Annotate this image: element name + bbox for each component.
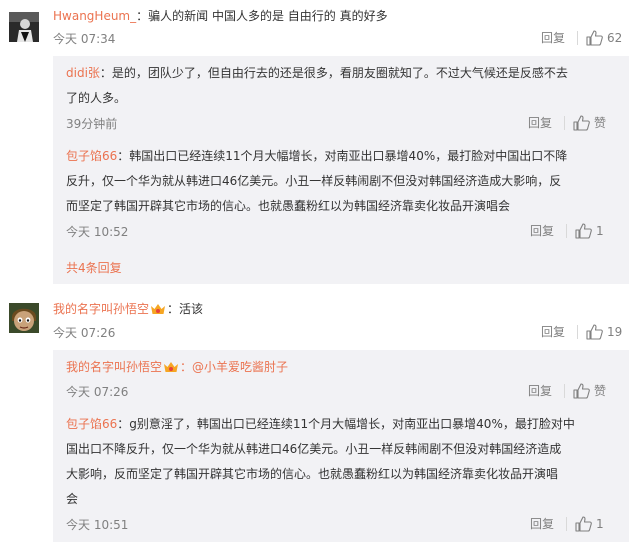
comment-text: 我的名字叫孙悟空 ：活该 [53, 300, 203, 317]
like-count: 赞 [594, 384, 607, 398]
divider [564, 115, 566, 130]
comment-body: ：活该 [167, 302, 204, 316]
reply-body-cont: 大影响，反而坚定了韩国开辟其它市场的信心。也就愚蠢粉红以为韩国经济靠卖化妆品开演… [66, 467, 559, 481]
avatar[interactable] [9, 303, 39, 333]
more-replies-link[interactable]: 共4条回复 [66, 259, 122, 276]
timestamp: 今天 07:26 [53, 326, 116, 340]
reply-body-cont: 会 [66, 492, 79, 506]
comment-actions: 回复 62 [541, 29, 622, 46]
thumb-up-icon [573, 382, 590, 399]
like-count: 赞 [594, 116, 607, 130]
like-button[interactable]: 62 [586, 29, 623, 46]
reply-item: 我的名字叫孙悟空 ：@小羊爱吃酱肘子 [66, 358, 288, 375]
divider [564, 383, 566, 398]
reply-button[interactable]: 回复 [530, 515, 554, 532]
reply-button[interactable]: 回复 [530, 222, 554, 239]
reply-item: didi张：是的，团队少了，但自由行去的还是很多，看朋友圈就知了。不过大气候还是… [66, 61, 626, 111]
comment-text: HwangHeum_：骗人的新闻 中国人多的是 自由行的 真的好多 [53, 7, 388, 24]
thumb-up-icon [575, 222, 592, 239]
reply-body: ：g别意淫了，韩国出口已经连续11个月大幅增长，对南亚出口暴增40%，最打脸对中 [117, 417, 575, 431]
timestamp: 今天 07:34 [53, 32, 116, 46]
reply-body-cont: 国出口不降反升，仅一个华为就从韩进口46亿美元。小丑一样反韩闹剧不但没对韩国经济… [66, 442, 562, 456]
like-button[interactable]: 1 [575, 222, 604, 239]
thumb-up-icon [575, 515, 592, 532]
reply-actions: 回复 赞 [528, 382, 606, 399]
username-link[interactable]: 我的名字叫孙悟空 [53, 300, 149, 317]
reply-item: 包子馅66：g别意淫了，韩国出口已经连续11个月大幅增长，对南亚出口暴增40%，… [66, 412, 626, 512]
timestamp: 39分钟前 [66, 117, 118, 131]
like-count: 1 [596, 223, 604, 238]
divider [577, 30, 579, 45]
like-button[interactable]: 19 [586, 323, 623, 340]
like-button[interactable]: 1 [575, 515, 604, 532]
member-crown-icon [164, 361, 179, 372]
reply-item: 包子馅66：韩国出口已经连续11个月大幅增长，对南亚出口暴增40%，最打脸对中国… [66, 144, 626, 219]
thumb-up-icon [573, 114, 590, 131]
comment-body: ：骗人的新闻 中国人多的是 自由行的 真的好多 [136, 9, 388, 23]
like-button[interactable]: 赞 [573, 382, 606, 399]
reply-body: ：韩国出口已经连续11个月大幅增长，对南亚出口暴增40%，最打脸对中国出口不降 [117, 149, 568, 163]
reply-actions: 回复 1 [530, 515, 604, 532]
avatar[interactable] [9, 12, 39, 42]
timestamp: 今天 07:26 [66, 385, 129, 399]
like-button[interactable]: 赞 [573, 114, 606, 131]
timestamp: 今天 10:52 [66, 225, 129, 239]
timestamp: 今天 10:51 [66, 518, 129, 532]
username-link[interactable]: HwangHeum_ [53, 9, 136, 23]
reply-button[interactable]: 回复 [528, 382, 552, 399]
reply-button[interactable]: 回复 [528, 114, 552, 131]
reply-body-cont: 而坚定了韩国开辟其它市场的信心。也就愚蠢粉红以为韩国经济靠卖化妆品开演唱会 [66, 199, 511, 213]
like-count: 62 [607, 30, 623, 45]
comment-actions: 回复 19 [541, 323, 622, 340]
reply-actions: 回复 赞 [528, 114, 606, 131]
reply-body-cont: 反升，仅一个华为就从韩进口46亿美元。小丑一样反韩闹剧不但没对韩国经济造成大影响… [66, 174, 562, 188]
username-link[interactable]: 包子馅66 [66, 417, 117, 431]
member-crown-icon [151, 303, 166, 314]
username-link[interactable]: 包子馅66 [66, 149, 117, 163]
reply-actions: 回复 1 [530, 222, 604, 239]
username-link[interactable]: didi张 [66, 66, 100, 80]
reply-button[interactable]: 回复 [541, 29, 565, 46]
thumb-up-icon [586, 29, 603, 46]
like-count: 19 [607, 324, 623, 339]
reply-body-cont: 了的人多。 [66, 91, 127, 105]
reply-body: ：是的，团队少了，但自由行去的还是很多，看朋友圈就知了。不过大气候还是反感不去 [99, 66, 568, 80]
reply-button[interactable]: 回复 [541, 323, 565, 340]
divider [566, 223, 568, 238]
like-count: 1 [596, 516, 604, 531]
mention-link[interactable]: ：@小羊爱吃酱肘子 [180, 358, 288, 375]
thumb-up-icon [586, 323, 603, 340]
username-link[interactable]: 我的名字叫孙悟空 [66, 358, 162, 375]
divider [577, 324, 579, 339]
divider [566, 516, 568, 531]
